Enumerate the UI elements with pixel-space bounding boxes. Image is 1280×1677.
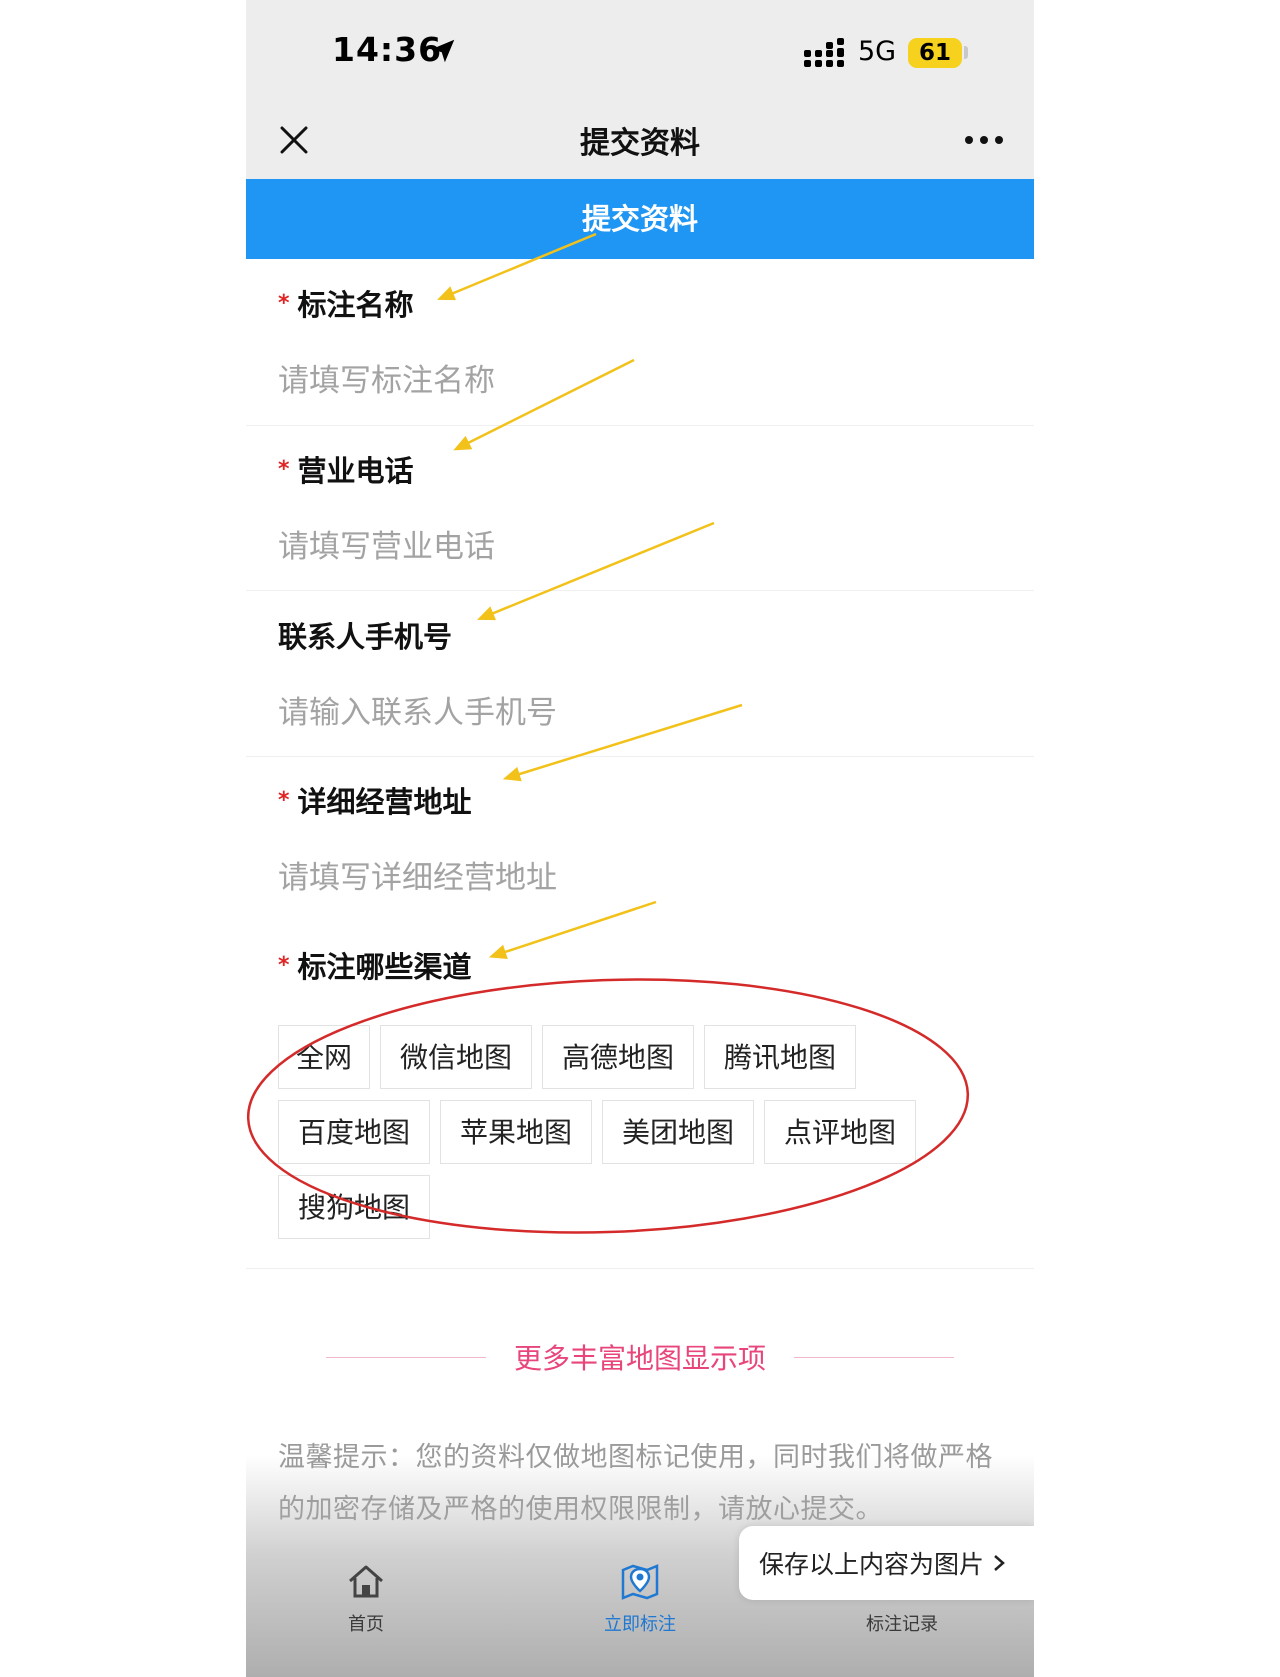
channel-option-tencent-map[interactable]: 腾讯地图 [704,1025,856,1089]
field-label-phone: * 营业电话 [278,448,414,490]
tab-mark-now-label: 立即标注 [604,1614,676,1635]
phone-input[interactable] [278,522,998,572]
status-time: 14:36 [332,30,443,69]
required-mark: * [278,457,290,482]
field-label-text: 标注哪些渠道 [297,950,472,984]
field-label-address: * 详细经营地址 [278,779,472,821]
divider [246,590,1034,591]
channel-option-all[interactable]: 全网 [278,1025,370,1089]
page-header: 提交资料 [246,179,1034,259]
channel-option-dianping-map[interactable]: 点评地图 [764,1100,916,1164]
field-label-contact: 联系人手机号 [278,614,452,656]
map-pin-icon [621,1564,659,1600]
channel-option-amap[interactable]: 高德地图 [542,1025,694,1089]
address-input[interactable] [278,853,998,903]
location-arrow-icon [431,39,455,63]
channel-option-baidu-map[interactable]: 百度地图 [278,1100,430,1164]
field-label-text: 标注名称 [297,288,414,322]
field-label-name: * 标注名称 [278,282,414,324]
required-mark: * [278,788,290,813]
tab-home-label: 首页 [348,1614,384,1635]
divider [246,425,1034,426]
more-icon[interactable] [964,134,1004,146]
field-label-channels: * 标注哪些渠道 [278,944,472,986]
save-as-image-button[interactable]: 保存以上内容为图片 [739,1526,1034,1600]
battery-indicator: 61 [908,38,962,68]
chevron-right-icon [994,1555,1005,1571]
signal-icon [804,38,844,67]
name-input[interactable] [278,356,998,406]
channel-option-apple-map[interactable]: 苹果地图 [440,1100,592,1164]
nav-bar: 提交资料 [246,100,1034,179]
field-label-text: 营业电话 [297,454,414,488]
network-type: 5G [858,36,897,67]
channel-option-meituan-map[interactable]: 美团地图 [602,1100,754,1164]
annotation-arrow [488,900,657,959]
more-map-options-link[interactable]: 更多丰富地图显示项 [246,1337,1034,1377]
field-label-text: 联系人手机号 [278,620,453,654]
phone-screen: 14:36 5G 61 提交资料 提交资料 * 标注名称 请填写标注名称 * 营… [246,0,1034,1677]
nav-title: 提交资料 [580,126,700,161]
tab-records-label: 标注记录 [866,1614,938,1635]
tab-mark-now[interactable]: 立即标注 [570,1560,710,1636]
channel-option-sogou-map[interactable]: 搜狗地图 [278,1175,430,1239]
contact-mobile-input[interactable] [278,688,998,738]
tab-home[interactable]: 首页 [296,1560,436,1636]
required-mark: * [278,953,290,978]
battery-tip [964,46,968,59]
required-mark: * [278,291,290,316]
save-as-image-label: 保存以上内容为图片 [759,1550,985,1579]
divider [246,756,1034,757]
status-bar: 14:36 5G 61 [246,0,1034,100]
home-icon [349,1565,383,1598]
divider [246,1268,1034,1269]
channel-option-wechat-map[interactable]: 微信地图 [380,1025,532,1089]
field-label-text: 详细经营地址 [297,785,472,819]
